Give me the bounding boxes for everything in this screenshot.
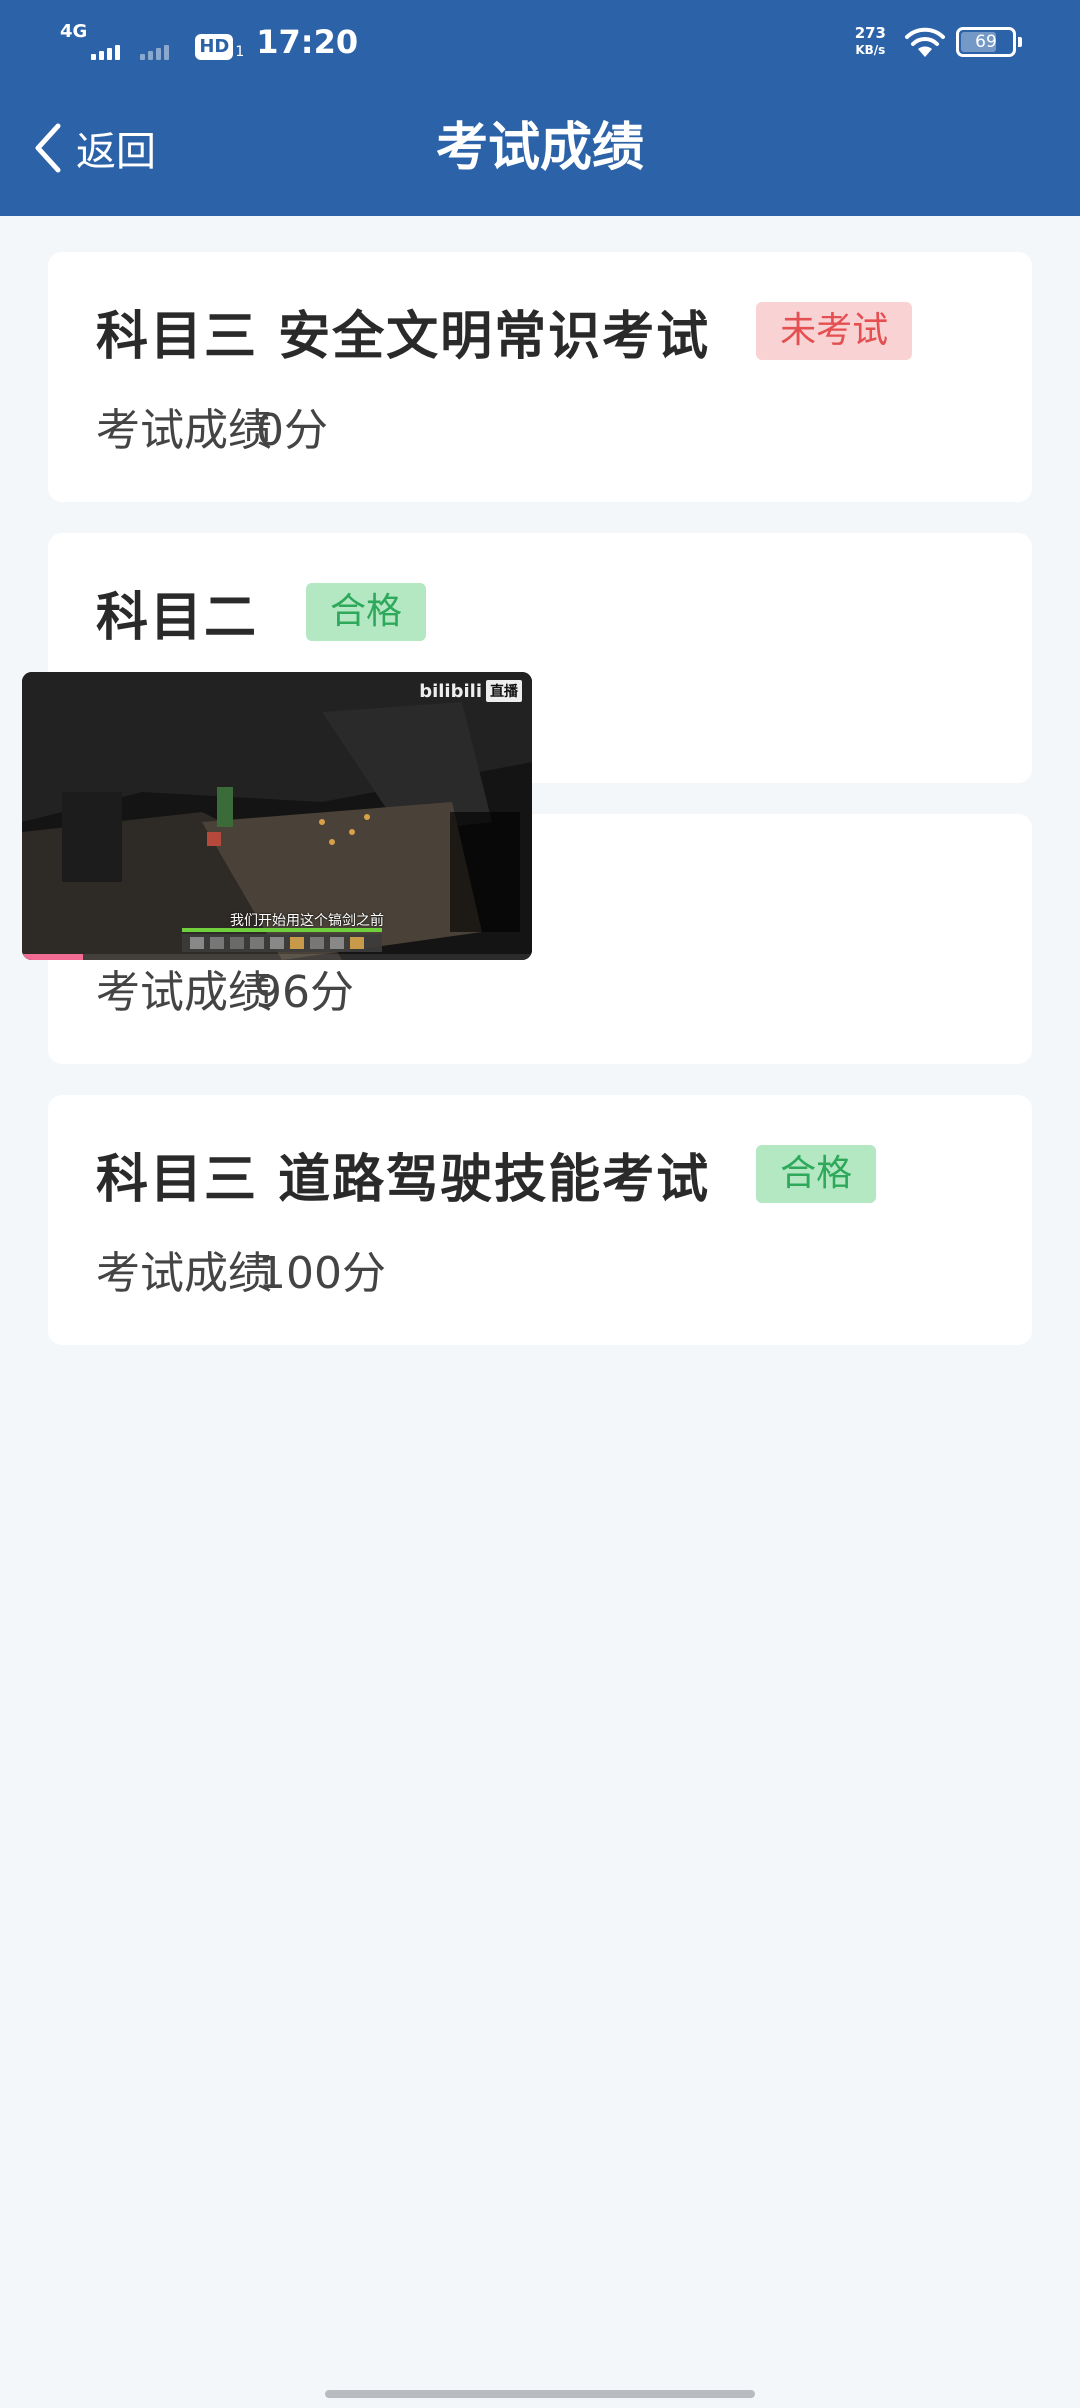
card-title-row: 科目三 道路驾驶技能考试 合格 bbox=[96, 1139, 877, 1210]
exam-card-safety[interactable]: 科目三 安全文明常识考试 未考试 考试成绩 0分 bbox=[48, 252, 1032, 502]
video-progress-bar[interactable] bbox=[22, 954, 532, 960]
status-badge: 合格 bbox=[756, 1145, 877, 1203]
floating-video-player[interactable]: bilibili 直播 我们开始用这个镐剑之前 bbox=[22, 672, 532, 960]
card-title-row: 科目二 合格 bbox=[96, 577, 427, 648]
score-value: 96分 bbox=[254, 967, 354, 1018]
card-title: 科目二 bbox=[96, 587, 259, 648]
card-title: 科目三 道路驾驶技能考试 bbox=[96, 1149, 711, 1210]
network-type: 4G bbox=[60, 21, 88, 42]
status-bar: 4G HD 1 17:20 273 KB/s 69 bbox=[0, 0, 1080, 80]
video-logo-mark: 直播 bbox=[486, 680, 522, 702]
score-value: 100分 bbox=[258, 1248, 386, 1299]
video-logo-text: bilibili bbox=[419, 680, 482, 702]
battery-icon: 69 bbox=[956, 27, 1022, 57]
signal-strength-icon bbox=[91, 44, 121, 60]
score-row: 考试成绩 100分 bbox=[96, 1239, 386, 1299]
wifi-icon bbox=[905, 27, 945, 57]
hd-sub: 1 bbox=[235, 44, 245, 60]
card-title-row: 科目三 安全文明常识考试 未考试 bbox=[96, 296, 913, 367]
nav-bar: 返回 考试成绩 bbox=[0, 80, 1080, 216]
network-speed: 273 KB/s bbox=[855, 25, 886, 59]
secondary-signal-icon bbox=[140, 44, 170, 60]
home-indicator[interactable] bbox=[325, 2390, 755, 2398]
battery-level: 69 bbox=[975, 32, 997, 52]
status-bar-left: 4G HD 1 17:20 bbox=[60, 18, 359, 61]
hd-badge: HD bbox=[195, 34, 234, 60]
status-badge: 未考试 bbox=[756, 302, 913, 360]
video-logo: bilibili 直播 bbox=[419, 680, 522, 702]
video-progress-fill bbox=[22, 954, 84, 960]
page-title: 考试成绩 bbox=[435, 118, 644, 178]
card-title: 科目三 安全文明常识考试 bbox=[96, 306, 711, 367]
score-row: 考试成绩 96分 bbox=[96, 958, 354, 1018]
status-badge: 合格 bbox=[306, 583, 427, 641]
status-time: 17:20 bbox=[256, 23, 359, 61]
network-speed-value: 273 bbox=[854, 24, 886, 42]
score-value: 0分 bbox=[256, 405, 328, 456]
status-bar-right: 273 KB/s 69 bbox=[855, 20, 1022, 64]
score-row: 考试成绩 0分 bbox=[96, 396, 328, 456]
app-header: 4G HD 1 17:20 273 KB/s 69 返回 考试成绩 bbox=[0, 0, 1080, 216]
video-subtitle: 我们开始用这个镐剑之前 bbox=[230, 913, 384, 929]
exam-card-road[interactable]: 科目三 道路驾驶技能考试 合格 考试成绩 100分 bbox=[48, 1095, 1032, 1345]
network-speed-unit: KB/s bbox=[855, 43, 886, 57]
